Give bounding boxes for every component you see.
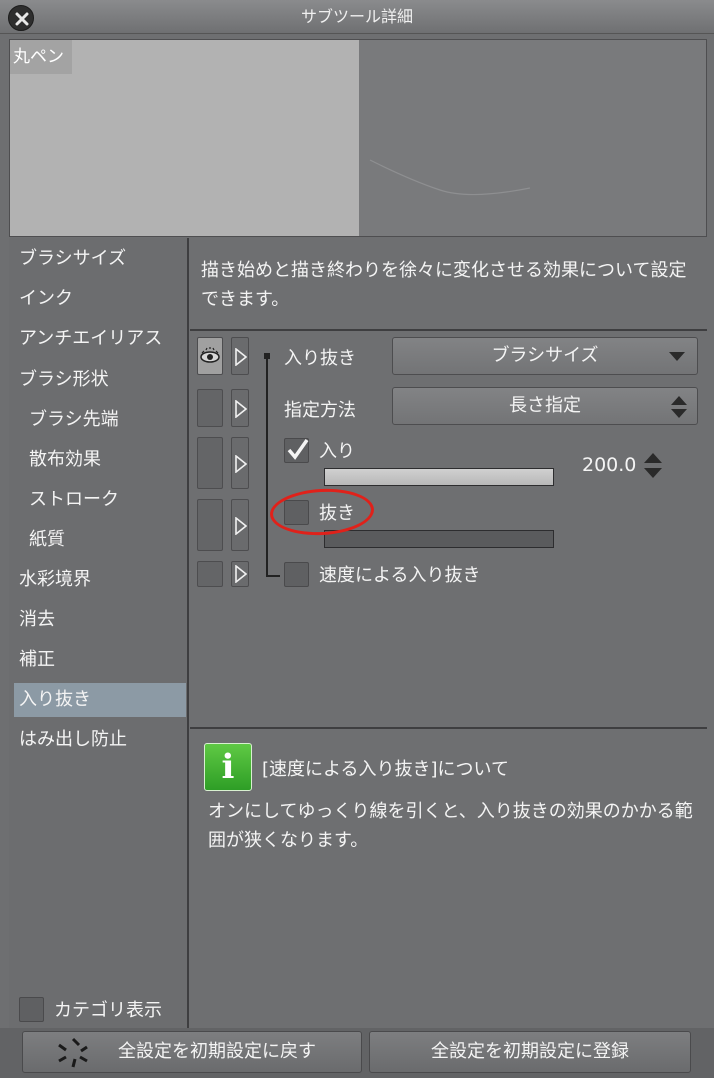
brush-preview: 丸ペン bbox=[9, 39, 707, 237]
reset-all-label: 全設定を初期設定に戻す bbox=[118, 1041, 316, 1062]
start-toggle[interactable]: 入り bbox=[284, 437, 355, 463]
visibility-slot[interactable] bbox=[197, 389, 223, 427]
sidebar-item-prevent-overflow[interactable]: はみ出し防止 bbox=[9, 723, 187, 757]
taper-label: 入り抜き bbox=[284, 348, 356, 369]
sidebar-item-stroke[interactable]: ストローク bbox=[9, 483, 187, 517]
sidebar-item-brush-tip[interactable]: ブラシ先端 bbox=[9, 403, 187, 437]
sidebar-item-taper[interactable]: 入り抜き bbox=[14, 683, 186, 717]
category-display-label: カテゴリ表示 bbox=[54, 1000, 162, 1021]
register-all-button[interactable]: 全設定を初期設定に登録 bbox=[369, 1031, 691, 1073]
speed-checkbox[interactable] bbox=[284, 561, 309, 587]
method-value: 長さ指定 bbox=[509, 395, 581, 416]
speed-toggle[interactable]: 速度による入り抜き bbox=[284, 561, 480, 587]
reset-icon bbox=[58, 1037, 88, 1068]
spinner-icon[interactable] bbox=[642, 452, 664, 480]
sidebar-item-ink[interactable]: インク bbox=[9, 282, 187, 316]
start-checkbox[interactable] bbox=[284, 437, 309, 463]
sidebar-item-paper-texture[interactable]: 紙質 bbox=[9, 523, 187, 557]
sidebar-item-correction[interactable]: 補正 bbox=[9, 643, 187, 677]
end-slider[interactable] bbox=[324, 530, 554, 548]
register-all-label: 全設定を初期設定に登録 bbox=[431, 1041, 629, 1062]
start-value[interactable]: 200.0 bbox=[582, 454, 636, 476]
start-slider[interactable] bbox=[324, 468, 554, 486]
subtool-name: 丸ペン bbox=[10, 40, 72, 74]
title-bar: サブツール詳細 bbox=[0, 0, 714, 34]
tree-connector bbox=[266, 355, 268, 577]
expand-button-speed[interactable] bbox=[231, 561, 249, 587]
sidebar-item-brush-shape[interactable]: ブラシ形状 bbox=[9, 363, 187, 397]
visibility-slot[interactable] bbox=[197, 499, 223, 551]
expand-button-start[interactable] bbox=[231, 437, 249, 489]
category-display-checkbox[interactable] bbox=[19, 996, 44, 1022]
expand-button-taper[interactable] bbox=[231, 337, 249, 375]
taper-target-dropdown[interactable]: ブラシサイズ bbox=[392, 337, 698, 375]
triangle-right-icon bbox=[235, 348, 247, 366]
start-slider-fill bbox=[325, 469, 553, 485]
preview-stroke bbox=[369, 159, 531, 196]
checkmark-icon bbox=[287, 438, 309, 460]
sidebar-item-antialias[interactable]: アンチエイリアス bbox=[9, 322, 187, 356]
visibility-slot[interactable] bbox=[197, 437, 223, 489]
info-body: オンにしてゆっくり線を引くと、入り抜きの効果のかかる範囲が狭くなります。 bbox=[208, 801, 693, 851]
eye-icon bbox=[200, 347, 220, 363]
speed-label: 速度による入り抜き bbox=[319, 565, 481, 586]
info-title: [速度による入り抜き]について bbox=[262, 759, 509, 780]
expand-button-method[interactable] bbox=[231, 389, 249, 427]
sidebar-item-brush-size[interactable]: ブラシサイズ bbox=[9, 242, 187, 276]
sidebar-item-watercolor-edge[interactable]: 水彩境界 bbox=[9, 563, 187, 597]
info-panel: i [速度による入り抜き]について オンにしてゆっくり線を引くと、入り抜きの効果… bbox=[190, 731, 707, 1028]
method-label: 指定方法 bbox=[284, 400, 356, 421]
footer-bar: 全設定を初期設定に戻す 全設定を初期設定に登録 bbox=[0, 1028, 714, 1078]
tree-connector bbox=[266, 575, 280, 577]
triangle-right-icon bbox=[235, 517, 247, 535]
method-dropdown[interactable]: 長さ指定 bbox=[392, 387, 698, 425]
triangle-right-icon bbox=[235, 565, 247, 583]
up-down-icon bbox=[671, 396, 687, 418]
triangle-right-icon bbox=[235, 400, 247, 418]
category-description: 描き始めと描き終わりを徐々に変化させる効果について設定できます。 bbox=[190, 238, 707, 331]
window-title: サブツール詳細 bbox=[300, 7, 413, 26]
visibility-slot[interactable] bbox=[197, 337, 223, 375]
taper-target-value: ブラシサイズ bbox=[491, 345, 599, 366]
chevron-down-icon bbox=[669, 352, 685, 361]
start-label: 入り bbox=[319, 441, 355, 462]
taper-settings: 入り抜き ブラシサイズ 指定方法 長さ指定 入り 200.0 抜き 速度による入… bbox=[190, 333, 707, 729]
category-display-toggle[interactable]: カテゴリ表示 bbox=[19, 994, 162, 1024]
visibility-slot[interactable] bbox=[197, 561, 223, 587]
sidebar-item-spray[interactable]: 散布効果 bbox=[9, 443, 187, 477]
category-sidebar: ブラシサイズ インク アンチエイリアス ブラシ形状 ブラシ先端 散布効果 ストロ… bbox=[9, 238, 189, 1028]
sidebar-item-erase[interactable]: 消去 bbox=[9, 603, 187, 637]
info-icon: i bbox=[204, 743, 252, 791]
description-text: 描き始めと描き終わりを徐々に変化させる効果について設定できます。 bbox=[201, 260, 687, 310]
triangle-right-icon bbox=[235, 455, 247, 473]
reset-all-button[interactable]: 全設定を初期設定に戻す bbox=[22, 1031, 362, 1073]
expand-button-end[interactable] bbox=[231, 499, 249, 551]
